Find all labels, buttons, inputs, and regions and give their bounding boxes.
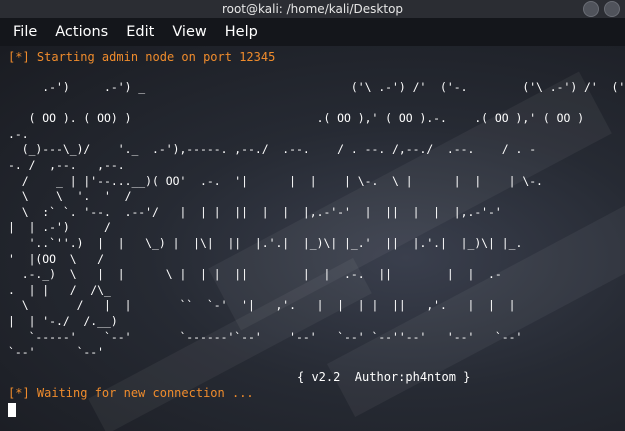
title-bar[interactable]: root@kali: /home/kali/Desktop: [0, 0, 625, 18]
menu-file[interactable]: File: [13, 24, 37, 40]
terminal-window: root@kali: /home/kali/Desktop File Actio…: [0, 0, 625, 431]
status-wait-line: [*] Waiting for new connection ...: [8, 386, 254, 400]
menu-help[interactable]: Help: [225, 24, 258, 40]
terminal-cursor: [8, 403, 16, 417]
maximize-button[interactable]: [604, 1, 620, 17]
terminal-output[interactable]: [*] Starting admin node on port 12345 .-…: [0, 46, 625, 431]
menu-bar: File Actions Edit View Help: [0, 18, 625, 46]
minimize-button[interactable]: [583, 1, 599, 17]
version-line: { v2.2 Author:ph4ntom }: [297, 370, 471, 384]
menu-actions[interactable]: Actions: [55, 24, 108, 40]
status-start-line: [*] Starting admin node on port 12345: [8, 50, 276, 64]
menu-edit[interactable]: Edit: [126, 24, 154, 40]
window-title: root@kali: /home/kali/Desktop: [221, 2, 404, 16]
ascii-banner: .-') .-') _ ('\ .-') /' ('-. ('\ .-') /'…: [8, 80, 625, 360]
menu-view[interactable]: View: [172, 24, 206, 40]
